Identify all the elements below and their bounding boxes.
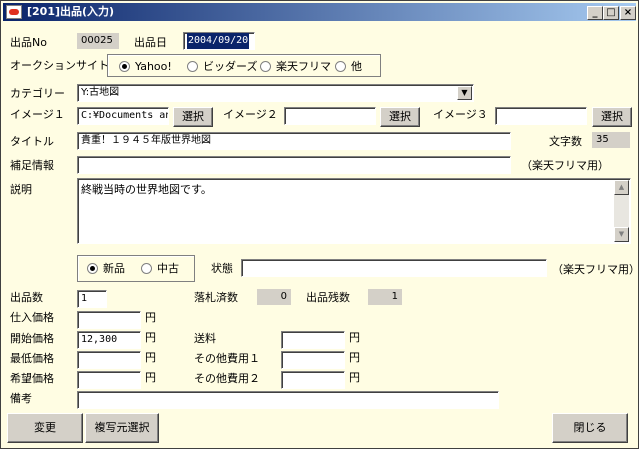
start-price-field[interactable]: 12,300 — [77, 331, 141, 349]
radio-rakuten[interactable]: 楽天フリマ — [260, 60, 331, 74]
supplement-label: 補足情報 — [10, 159, 54, 172]
yen-label: 円 — [145, 351, 156, 364]
state-field[interactable] — [241, 259, 547, 277]
category-label: カテゴリー — [10, 87, 65, 100]
char-count-label: 文字数 — [549, 135, 582, 148]
description-textarea[interactable]: 終戦当時の世界地図です。 ▲ ▼ — [77, 178, 631, 244]
quantity-field[interactable]: 1 — [77, 290, 107, 308]
radio-bidders[interactable]: ビッダーズ — [187, 60, 257, 74]
state-label: 状態 — [211, 262, 233, 275]
image1-select-button[interactable]: 選択 — [173, 107, 213, 127]
minimize-button[interactable]: _ — [587, 6, 603, 20]
other2-field[interactable] — [281, 371, 345, 389]
min-price-label: 最低価格 — [10, 352, 54, 365]
category-value: Y:古地図 — [81, 87, 120, 98]
radio-new[interactable]: 新品 — [87, 262, 125, 276]
close-button[interactable]: 閉じる — [552, 413, 628, 443]
quantity-label: 出品数 — [10, 291, 43, 304]
copy-source-select-button[interactable]: 複写元選択 — [85, 413, 159, 443]
start-price-label: 開始価格 — [10, 332, 54, 345]
image2-select-button[interactable]: 選択 — [380, 107, 420, 127]
other1-field[interactable] — [281, 351, 345, 369]
image3-path-field[interactable] — [495, 107, 587, 125]
supplement-note: （楽天フリマ用） — [521, 159, 609, 172]
radio-dot-icon — [187, 61, 198, 72]
scroll-down-icon[interactable]: ▼ — [614, 227, 629, 242]
title-bar[interactable]: [201]出品(入力) _ □ × — [3, 3, 636, 21]
radio-dot-icon — [119, 61, 130, 72]
description-text: 終戦当時の世界地図です。 — [81, 183, 212, 196]
remarks-field[interactable] — [77, 391, 499, 409]
image3-label: イメージ３ — [433, 108, 488, 121]
item-no-value: 00025 — [77, 33, 119, 49]
yen-label: 円 — [145, 331, 156, 344]
change-button[interactable]: 変更 — [7, 413, 83, 443]
char-count-value: 35 — [592, 132, 630, 148]
radio-used[interactable]: 中古 — [141, 262, 179, 276]
min-price-field[interactable] — [77, 351, 141, 369]
description-label: 説明 — [10, 183, 32, 196]
radio-yahoo[interactable]: Yahoo! — [119, 60, 172, 74]
image2-label: イメージ２ — [223, 108, 278, 121]
radio-dot-icon — [335, 61, 346, 72]
remaining-value: 1 — [368, 289, 402, 305]
remaining-label: 出品残数 — [306, 291, 350, 304]
description-scrollbar[interactable]: ▲ ▼ — [614, 180, 629, 242]
sold-count-label: 落札済数 — [194, 291, 238, 304]
yen-label: 円 — [145, 371, 156, 384]
title-field[interactable]: 貴重！１９４５年版世界地図 — [77, 132, 511, 150]
purchase-price-label: 仕入価格 — [10, 311, 54, 324]
other1-label: その他費用１ — [194, 352, 260, 365]
radio-dot-icon — [260, 61, 271, 72]
shipping-field[interactable] — [281, 331, 345, 349]
app-icon — [6, 5, 22, 19]
scroll-up-icon[interactable]: ▲ — [614, 180, 629, 195]
sold-count-value: 0 — [257, 289, 291, 305]
auction-site-label: オークションサイト — [10, 59, 109, 72]
listing-date-field[interactable]: 2004/09/20 — [183, 32, 255, 50]
maximize-button[interactable]: □ — [603, 6, 619, 20]
desired-price-field[interactable] — [77, 371, 141, 389]
listing-input-window: [201]出品(入力) _ □ × 出品No 00025 出品日 2004/09… — [0, 0, 639, 449]
other2-label: その他費用２ — [194, 372, 260, 385]
yen-label: 円 — [349, 331, 360, 344]
listing-date-value: 2004/09/20 — [187, 33, 250, 49]
dropdown-arrow-icon[interactable]: ▼ — [457, 86, 472, 100]
close-window-button[interactable]: × — [620, 6, 636, 20]
purchase-price-field[interactable] — [77, 311, 141, 329]
supplement-field[interactable] — [77, 156, 511, 174]
remarks-label: 備考 — [10, 392, 32, 405]
image1-path-field[interactable]: C:¥Documents an — [77, 107, 169, 125]
shipping-label: 送料 — [194, 332, 216, 345]
window-title: [201]出品(入力) — [27, 5, 115, 18]
listing-date-label: 出品日 — [134, 36, 167, 49]
category-select[interactable]: Y:古地図 ▼ — [77, 84, 474, 102]
radio-other[interactable]: 他 — [335, 60, 362, 74]
radio-dot-icon — [141, 263, 152, 274]
desired-price-label: 希望価格 — [10, 372, 54, 385]
item-no-label: 出品No — [10, 36, 47, 49]
state-note: （楽天フリマ用） — [552, 263, 639, 276]
yen-label: 円 — [349, 371, 360, 384]
image3-select-button[interactable]: 選択 — [592, 107, 632, 127]
title-label: タイトル — [10, 135, 54, 148]
image2-path-field[interactable] — [284, 107, 376, 125]
yen-label: 円 — [145, 311, 156, 324]
radio-dot-icon — [87, 263, 98, 274]
image1-label: イメージ１ — [10, 108, 65, 121]
yen-label: 円 — [349, 351, 360, 364]
